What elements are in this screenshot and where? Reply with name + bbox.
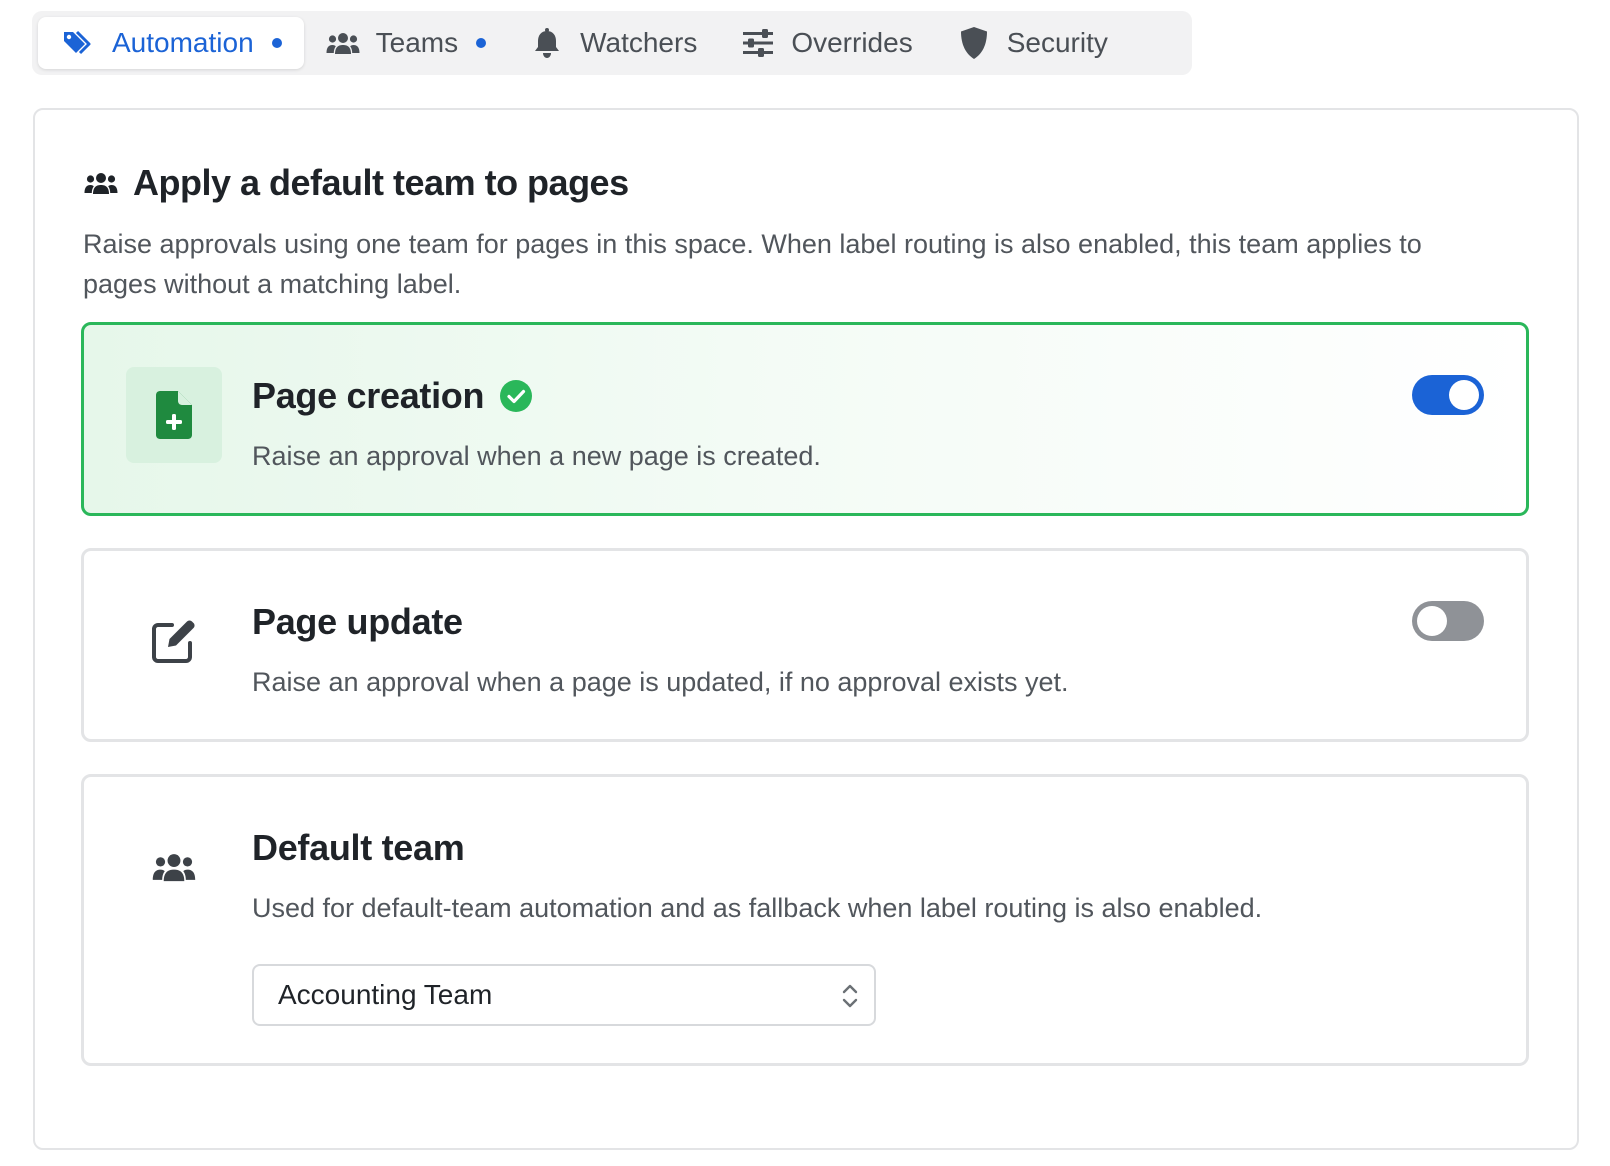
option-title: Default team: [252, 827, 465, 869]
tags-icon: [62, 26, 96, 60]
check-circle-icon: [500, 380, 533, 412]
tab-watchers[interactable]: Watchers: [508, 17, 719, 69]
option-title-text: Page update: [252, 601, 463, 642]
users-icon: [326, 26, 360, 60]
tab-label: Teams: [375, 27, 459, 58]
tab-teams[interactable]: Teams: [304, 17, 508, 69]
option-description: Used for default-team automation and as …: [252, 893, 1263, 923]
section-title: Apply a default team to pages: [133, 162, 629, 203]
option-title-text: Default team: [252, 827, 465, 868]
tab-label: Automation: [112, 27, 254, 58]
toggle-knob: [1449, 380, 1479, 410]
option-default-team: Default team Used for default-team autom…: [81, 774, 1529, 1066]
tab-label: Security: [1006, 27, 1108, 58]
option-description: Raise an approval when a new page is cre…: [252, 441, 821, 471]
option-title-text: Page creation: [252, 375, 485, 416]
select-value: Accounting Team: [278, 979, 493, 1010]
tab-changed-dot: [271, 38, 282, 48]
default-team-select[interactable]: Accounting Team: [252, 964, 876, 1026]
file-plus-icon: [126, 367, 222, 463]
tab-automation[interactable]: Automation: [38, 17, 304, 69]
option-page-creation[interactable]: Page creation Raise an approval when a n…: [81, 322, 1529, 516]
page-creation-toggle[interactable]: [1412, 375, 1484, 415]
tab-bar: Automation Teams Watchers Overrides Secu…: [32, 11, 1192, 75]
tab-label: Overrides: [791, 27, 913, 58]
option-description: Raise an approval when a page is updated…: [252, 667, 1069, 697]
option-title: Page update: [252, 601, 463, 643]
sliders-icon: [741, 26, 775, 60]
tab-changed-dot: [476, 38, 487, 48]
bell-icon: [530, 26, 564, 60]
tab-label: Watchers: [580, 27, 698, 58]
section-heading: Apply a default team to pages: [83, 162, 629, 204]
toggle-knob: [1417, 606, 1447, 636]
users-icon: [83, 165, 119, 201]
section-description: Raise approvals using one team for pages…: [83, 229, 1422, 299]
option-page-update[interactable]: Page update Raise an approval when a pag…: [81, 548, 1529, 742]
tab-overrides[interactable]: Overrides: [719, 17, 934, 69]
shield-icon: [957, 26, 991, 60]
tab-security[interactable]: Security: [935, 17, 1130, 69]
edit-icon: [126, 593, 222, 689]
users-icon: [126, 819, 222, 915]
chevron-up-down-icon: [840, 982, 860, 1010]
page-update-toggle[interactable]: [1412, 601, 1484, 641]
option-title: Page creation: [252, 375, 533, 417]
